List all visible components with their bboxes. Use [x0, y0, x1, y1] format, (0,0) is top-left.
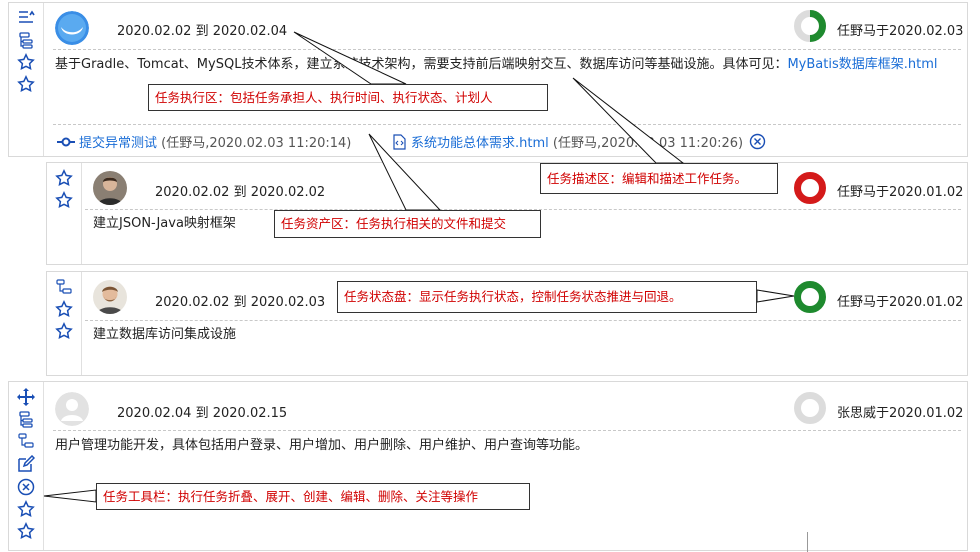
- star-outline-icon[interactable]: [17, 75, 35, 93]
- star-outline-icon[interactable]: [17, 500, 35, 518]
- file-code-icon: [393, 133, 406, 150]
- tree-icon[interactable]: [17, 410, 35, 428]
- star-outline-icon[interactable]: [55, 169, 73, 187]
- asset-commit[interactable]: 提交异常测试 (任野马,2020.02.03 11:20:14): [57, 132, 351, 151]
- avatar: [55, 11, 89, 45]
- subtask-icon[interactable]: [17, 432, 35, 450]
- task-toolbar-4: [9, 382, 44, 550]
- status-ring-red[interactable]: [793, 171, 827, 205]
- commit-icon: [57, 136, 75, 148]
- task-planner: 任野马于2020.01.02: [837, 295, 964, 310]
- task-planner: 张思威于2020.01.02: [837, 406, 964, 421]
- status-ring-green[interactable]: [793, 9, 827, 43]
- tree-icon[interactable]: [17, 31, 35, 49]
- task-description[interactable]: 基于Gradle、Tomcat、MySQL技术体系，建立系统技术架构，需要支持前…: [55, 55, 955, 75]
- callout-asset-area: 任务资产区：任务执行相关的文件和提交: [274, 210, 541, 238]
- avatar-placeholder: [55, 392, 89, 426]
- avatar: [93, 280, 127, 314]
- star-outline-icon[interactable]: [17, 53, 35, 71]
- callout-desc-area: 任务描述区：编辑和描述工作任务。: [540, 163, 778, 194]
- star-outline-icon[interactable]: [17, 522, 35, 540]
- star-outline-icon[interactable]: [55, 191, 73, 209]
- close-circle-icon[interactable]: [17, 478, 35, 496]
- callout-status-dial: 任务状态盘：显示任务执行状态，控制任务状态推进与回退。: [337, 281, 757, 313]
- task-planner: 任野马于2020.01.02: [837, 185, 964, 200]
- task-dates: 2020.02.02 到 2020.02.02: [155, 185, 326, 200]
- callout-toolbar: 任务工具栏：执行任务折叠、展开、创建、编辑、删除、关注等操作: [96, 483, 530, 510]
- status-ring-green[interactable]: [793, 280, 827, 314]
- task-card-4: 2020.02.04 到 2020.02.15 张思威于2020.01.02 用…: [8, 381, 968, 552]
- star-outline-icon[interactable]: [55, 300, 73, 318]
- callout-exec-area: 任务执行区：包括任务承担人、执行时间、执行状态、计划人: [148, 84, 548, 111]
- avatar: [93, 171, 127, 205]
- description-link[interactable]: MyBatis数据库框架.html: [787, 57, 937, 72]
- move-icon[interactable]: [17, 388, 35, 406]
- task-planner: 任野马于2020.02.03: [837, 24, 964, 39]
- star-outline-icon[interactable]: [55, 322, 73, 340]
- task-dates: 2020.02.04 到 2020.02.15: [117, 406, 288, 421]
- task-description[interactable]: 建立数据库访问集成设施: [93, 325, 943, 345]
- tree-icon[interactable]: [55, 278, 73, 296]
- task-toolbar-3: [47, 272, 82, 375]
- collapse-icon[interactable]: [17, 9, 35, 27]
- edit-icon[interactable]: [17, 455, 35, 473]
- task-card-1: 2020.02.02 到 2020.02.04 任野马于2020.02.03 基…: [8, 2, 968, 157]
- remove-asset-icon[interactable]: [749, 133, 766, 150]
- task-dates: 2020.02.02 到 2020.02.03: [155, 295, 326, 310]
- task-toolbar-1: [9, 3, 44, 156]
- task-dates: 2020.02.02 到 2020.02.04: [117, 24, 288, 39]
- status-ring-empty[interactable]: [793, 391, 827, 425]
- task-description[interactable]: 用户管理功能开发，具体包括用户登录、用户增加、用户删除、用户维护、用户查询等功能…: [55, 436, 955, 456]
- asset-file[interactable]: 系统功能总体需求.html (任野马,2020.02.03 11:20:26): [393, 132, 766, 151]
- task-toolbar-2: [47, 163, 82, 264]
